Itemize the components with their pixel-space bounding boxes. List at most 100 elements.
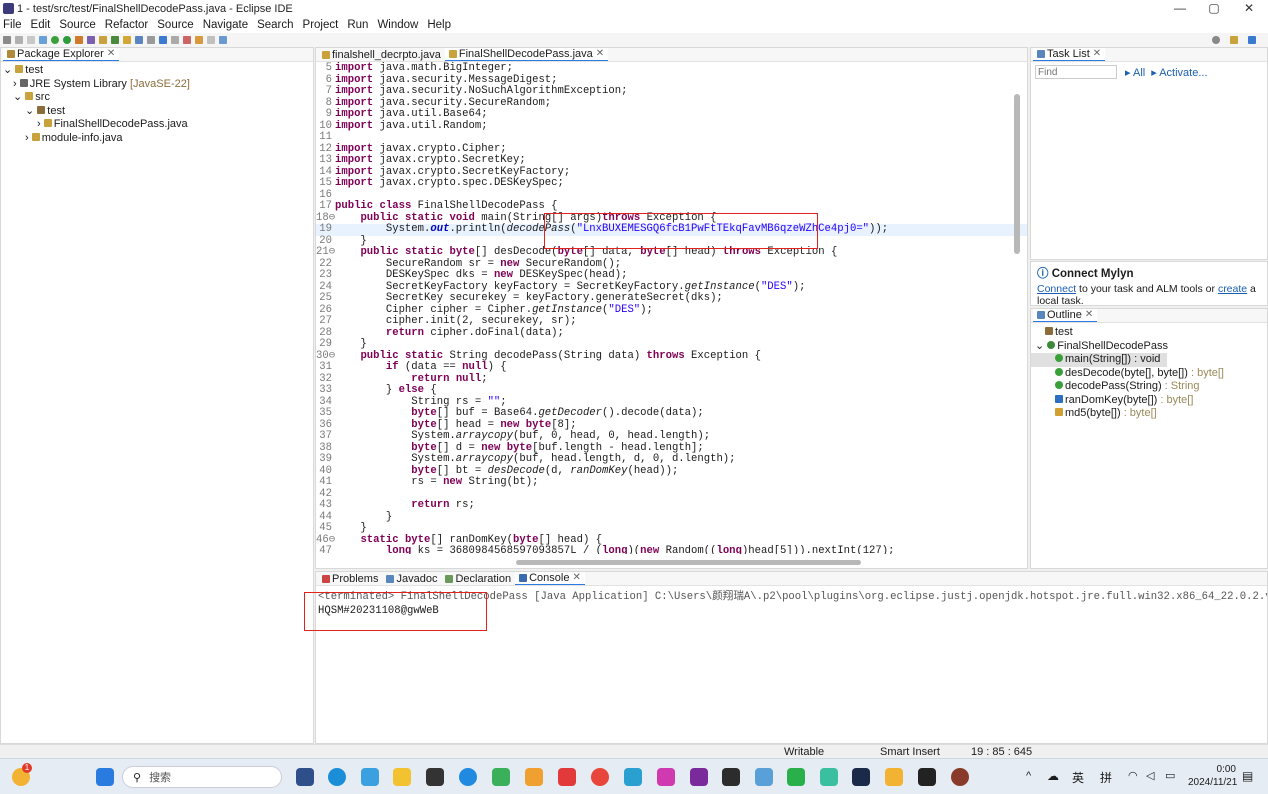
toggle-mark-icon[interactable] [147,36,155,44]
eclipse-taskbar-icon[interactable] [951,768,969,786]
edge-browser-icon[interactable] [328,768,346,786]
close-icon[interactable]: ✕ [572,572,580,583]
tree-item-jre[interactable]: › JRE System Library [JavaSE-22] [1,78,313,92]
tab-outline[interactable]: Outline ✕ [1033,309,1098,322]
code-line[interactable]: 11 [316,131,1027,144]
code-line[interactable]: 10 import java.util.Random; [316,120,1027,133]
run-icon[interactable] [63,36,71,44]
app-icon-18[interactable] [852,768,870,786]
ime-lang[interactable]: 英 [1072,769,1084,786]
outline-item-package[interactable]: test [1031,326,1267,340]
outline-item-decodepass[interactable]: decodePass(String) : String [1031,380,1267,394]
next-annotation-icon[interactable] [171,36,179,44]
task-activate-link[interactable]: ▸ Activate... [1151,66,1207,79]
code-line[interactable]: 15 import javax.crypto.spec.DESKeySpec; [316,177,1027,190]
close-icon[interactable]: ✕ [1093,48,1101,59]
close-icon[interactable]: ✕ [1085,309,1093,320]
volume-icon[interactable]: ◁ [1146,769,1154,782]
app-icon-6[interactable] [459,768,477,786]
undo-icon[interactable] [39,36,47,44]
app-icon-11[interactable] [624,768,642,786]
code-line[interactable]: 43 return rs; [316,499,1027,512]
menu-window[interactable]: Window [377,19,418,31]
pin-editor-icon[interactable] [219,36,227,44]
cloud-icon[interactable]: ☁ [1047,769,1059,783]
app-icon-19[interactable] [885,768,903,786]
task-view-icon[interactable] [296,768,314,786]
code-line[interactable]: 7 import java.security.NoSuchAlgorithmExc… [316,85,1027,98]
connect-link[interactable]: Connect [1037,283,1076,295]
code-line[interactable]: 41 rs = new String(bt); [316,476,1027,489]
tab-problems[interactable]: Problems [318,572,382,585]
menu-file[interactable]: File [3,19,22,31]
chevron-right-icon[interactable]: › [25,132,29,144]
tab-package-explorer[interactable]: Package Explorer ✕ [3,48,120,61]
menu-help[interactable]: Help [427,19,451,31]
code-line[interactable]: 47 long ks = 3680984568597093857L / (lon… [316,545,1027,554]
new-icon[interactable] [3,36,11,44]
app-icon-20[interactable] [918,768,936,786]
save-icon[interactable] [15,36,23,44]
chevron-down-icon[interactable]: ⌄ [13,91,22,103]
minimize-button[interactable]: — [1163,0,1197,17]
menu-run[interactable]: Run [347,19,368,31]
menu-edit[interactable]: Edit [31,19,51,31]
outline-item-class[interactable]: ⌄ FinalShellDecodePass [1031,340,1267,354]
tab-console[interactable]: Console ✕ [515,572,585,585]
app-icon-10[interactable] [591,768,609,786]
menu-refactor[interactable]: Refactor [105,19,148,31]
task-find-input[interactable] [1035,65,1117,79]
code-line[interactable]: 9 import java.util.Base64; [316,108,1027,121]
tab-declaration[interactable]: Declaration [441,572,515,585]
open-perspective-icon[interactable] [1230,36,1238,44]
app-icon-17[interactable] [820,768,838,786]
taskbar-search-box[interactable]: ⚲ 搜索 [122,766,282,788]
code-line[interactable]: 23 DESKeySpec dks = new DESKeySpec(head)… [316,269,1027,282]
forward-icon[interactable] [207,36,215,44]
clock-date[interactable]: 2024/11/21 [1188,777,1237,788]
tab-finalshell-decrpto[interactable]: finalshell_decrpto.java [318,48,445,61]
code-area[interactable]: 5 import java.math.BigInteger; 6 import jav… [316,62,1027,554]
new-class-icon[interactable] [111,36,119,44]
tree-item-project-test[interactable]: ⌄ test [1,64,313,78]
app-icon-3[interactable] [361,768,379,786]
chevron-down-icon[interactable]: ⌄ [25,105,34,117]
clock-time[interactable]: 0:00 [1196,764,1236,775]
tree-item-module-info[interactable]: › module-info.java [1,132,313,146]
tab-task-list[interactable]: Task List ✕ [1033,48,1106,61]
notifications-icon[interactable]: ▤ [1242,769,1253,783]
tree-item-package-test[interactable]: ⌄ test [1,105,313,119]
chevron-right-icon[interactable]: › [37,118,41,130]
menu-source[interactable]: Source [59,19,95,31]
show-whitespace-icon[interactable] [159,36,167,44]
search-toolbar-icon[interactable] [135,36,143,44]
horizontal-scrollbar[interactable] [516,560,861,565]
menu-search[interactable]: Search [257,19,293,31]
wps-icon[interactable] [558,768,576,786]
wifi-icon[interactable]: ◠ [1128,769,1138,782]
outline-item-md5[interactable]: md5(byte[]) : byte[] [1031,407,1267,421]
back-icon[interactable] [195,36,203,44]
code-line[interactable]: 13 import javax.crypto.SecretKey; [316,154,1027,167]
tree-item-src[interactable]: ⌄ src [1,91,313,105]
java-perspective-icon[interactable] [1248,36,1256,44]
winrar-icon[interactable] [690,768,708,786]
task-filter-all[interactable]: ▸ All [1125,66,1145,79]
chevron-right-icon[interactable]: › [13,78,17,90]
code-line[interactable]: 33 } else { [316,384,1027,397]
code-line[interactable]: 28 return cipher.doFinal(data); [316,327,1027,340]
tab-finalshelldecodepass[interactable]: FinalShellDecodePass.java ✕ [444,48,609,61]
wechat-icon[interactable] [787,768,805,786]
app-icon-15[interactable] [755,768,773,786]
search-icon[interactable] [1212,36,1220,44]
chevron-down-icon[interactable]: ⌄ [3,64,12,76]
code-line[interactable]: 25 SecretKey securekey = keyFactory.gene… [316,292,1027,305]
menu-project[interactable]: Project [303,19,339,31]
save-all-icon[interactable] [27,36,35,44]
app-icon-5[interactable] [426,768,444,786]
code-line[interactable]: 5 import java.math.BigInteger; [316,62,1027,75]
outline-item-desdecode[interactable]: desDecode(byte[], byte[]) : byte[] [1031,367,1267,381]
menu-navigate[interactable]: Navigate [203,19,248,31]
maximize-button[interactable]: ▢ [1197,0,1231,17]
prev-annotation-icon[interactable] [183,36,191,44]
